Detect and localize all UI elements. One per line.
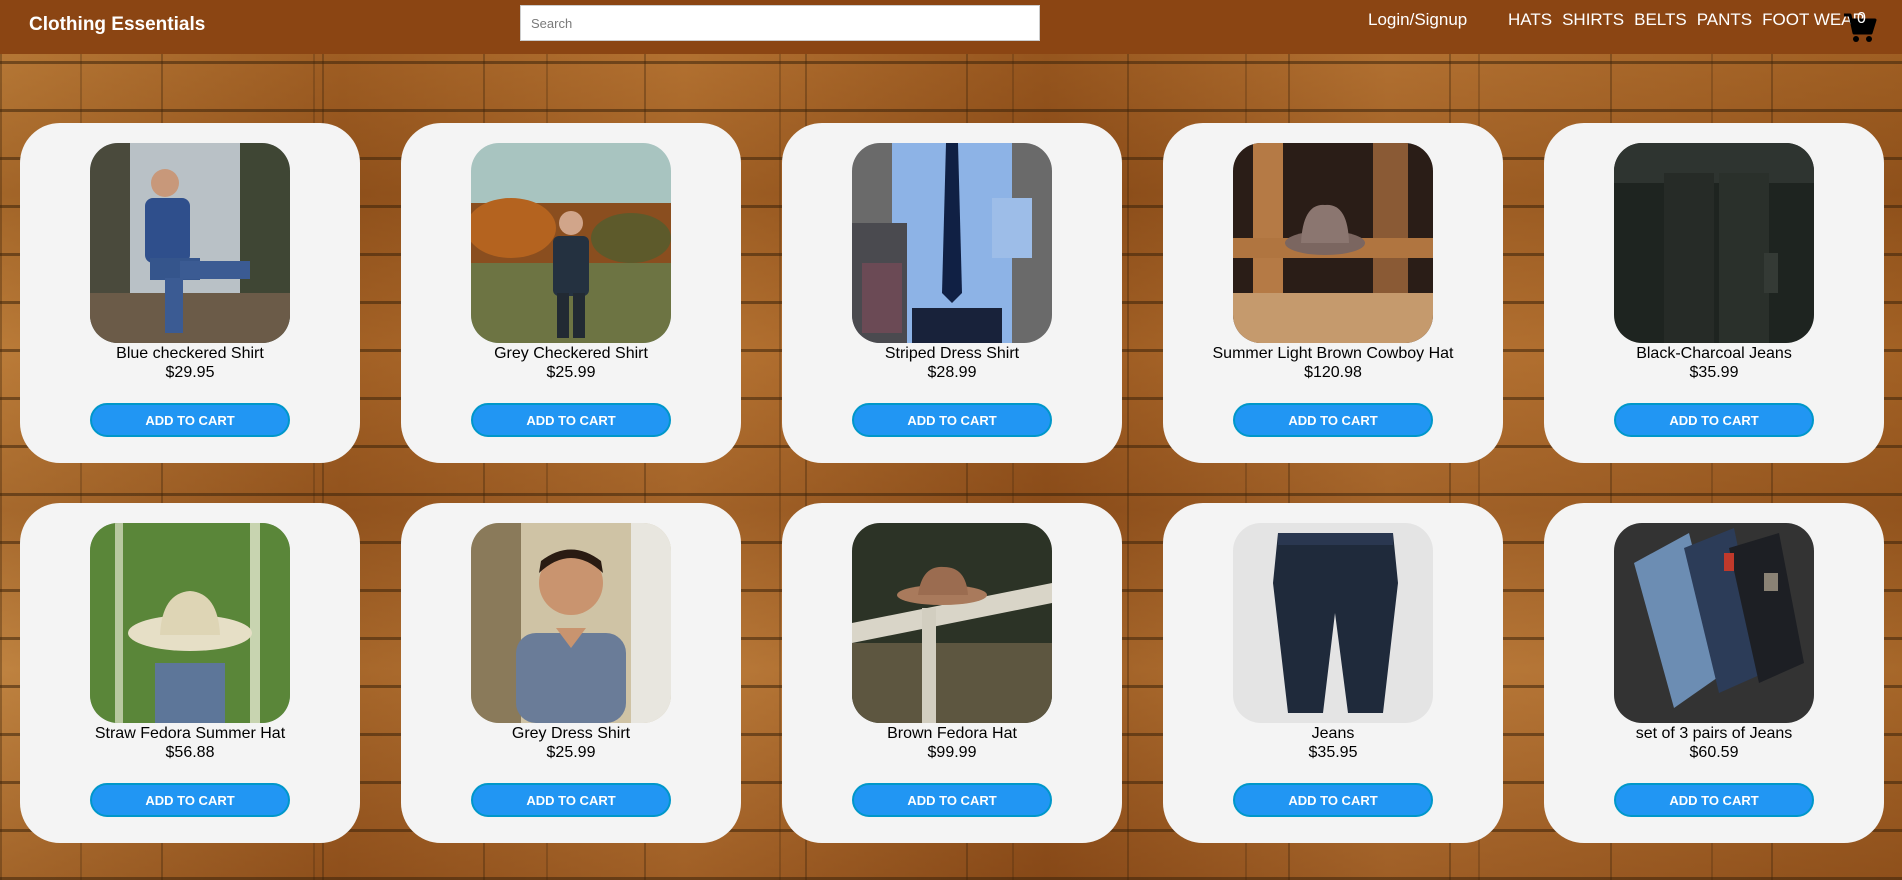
nav-belts[interactable]: BELTS [1634,10,1687,30]
product-price: $35.95 [1308,744,1358,761]
product-price: $25.99 [546,744,596,761]
product-name: Grey Checkered Shirt [494,345,648,362]
product-price: $120.98 [1304,364,1362,381]
product-card: Brown Fedora Hat $99.99 ADD TO CART [782,503,1122,843]
add-to-cart-button[interactable]: ADD TO CART [852,783,1052,817]
product-card: Summer Light Brown Cowboy Hat $120.98 AD… [1163,123,1503,463]
brand-logo[interactable]: Clothing Essentials [29,14,205,36]
nav-hats[interactable]: HATS [1508,10,1552,30]
product-price: $28.99 [927,364,977,381]
add-to-cart-button[interactable]: ADD TO CART [471,403,671,437]
category-nav: HATS SHIRTS BELTS PANTS FOOT WEAR [1508,10,1865,30]
product-image[interactable] [1614,523,1814,723]
add-to-cart-button[interactable]: ADD TO CART [90,783,290,817]
product-image[interactable] [90,143,290,343]
product-card: Black-Charcoal Jeans $35.99 ADD TO CART [1544,123,1884,463]
product-image[interactable] [471,523,671,723]
product-image[interactable] [852,523,1052,723]
product-grid: Blue checkered Shirt $29.95 ADD TO CART … [20,123,1884,843]
product-name: Striped Dress Shirt [884,345,1020,362]
add-to-cart-button[interactable]: ADD TO CART [1614,783,1814,817]
add-to-cart-button[interactable]: ADD TO CART [1614,403,1814,437]
add-to-cart-button[interactable]: ADD TO CART [852,403,1052,437]
product-name: Straw Fedora Summer Hat [94,725,286,742]
product-card: set of 3 pairs of Jeans $60.59 ADD TO CA… [1544,503,1884,843]
nav-shirts[interactable]: SHIRTS [1562,10,1624,30]
product-image[interactable] [852,143,1052,343]
product-name: Blue checkered Shirt [116,345,264,362]
product-name: Grey Dress Shirt [511,725,631,742]
product-price: $25.99 [546,364,596,381]
top-navbar: Clothing Essentials Login/Signup HATS SH… [0,0,1902,54]
product-image[interactable] [1233,523,1433,723]
product-image[interactable] [90,523,290,723]
cart-count: 0 [1857,10,1866,27]
nav-pants[interactable]: PANTS [1697,10,1752,30]
product-card: Straw Fedora Summer Hat $56.88 ADD TO CA… [20,503,360,843]
product-price: $56.88 [165,744,215,761]
product-price: $29.95 [165,364,215,381]
login-signup-link[interactable]: Login/Signup [1368,10,1467,30]
product-card: Jeans $35.95 ADD TO CART [1163,503,1503,843]
product-card: Grey Checkered Shirt $25.99 ADD TO CART [401,123,741,463]
add-to-cart-button[interactable]: ADD TO CART [1233,403,1433,437]
product-name: Summer Light Brown Cowboy Hat [1212,345,1454,362]
add-to-cart-button[interactable]: ADD TO CART [1233,783,1433,817]
product-price: $60.59 [1689,744,1739,761]
product-name: set of 3 pairs of Jeans [1635,725,1793,742]
product-price: $99.99 [927,744,977,761]
product-image[interactable] [1614,143,1814,343]
product-name: Black-Charcoal Jeans [1636,345,1792,362]
add-to-cart-button[interactable]: ADD TO CART [90,403,290,437]
product-card: Striped Dress Shirt $28.99 ADD TO CART [782,123,1122,463]
product-name: Brown Fedora Hat [887,725,1017,742]
product-card: Grey Dress Shirt $25.99 ADD TO CART [401,503,741,843]
product-card: Blue checkered Shirt $29.95 ADD TO CART [20,123,360,463]
product-price: $35.99 [1689,364,1739,381]
search-input[interactable] [520,5,1040,41]
cart-button[interactable]: 0 [1843,10,1877,44]
product-image[interactable] [471,143,671,343]
add-to-cart-button[interactable]: ADD TO CART [471,783,671,817]
product-name: Jeans [1311,725,1355,742]
product-image[interactable] [1233,143,1433,343]
